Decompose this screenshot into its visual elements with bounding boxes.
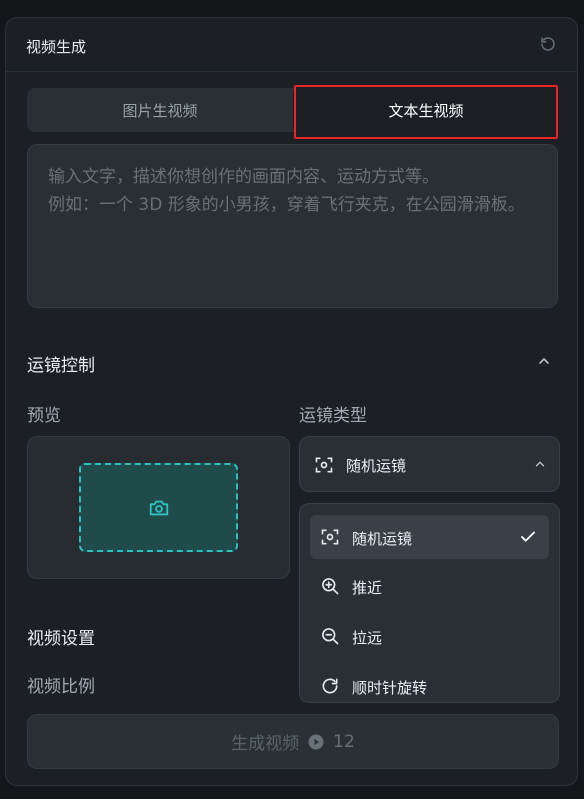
- rotate-clockwise-icon: [322, 678, 338, 694]
- random-camera-icon: [315, 457, 333, 473]
- camera-type-select[interactable]: 随机运镜: [299, 436, 560, 492]
- zoom-out-icon: [322, 628, 339, 645]
- preview-label: 预览: [27, 406, 61, 426]
- option-label: 顺时针旋转: [352, 679, 428, 697]
- option-label: 推近: [352, 579, 383, 597]
- zoom-in-icon: [322, 578, 339, 595]
- check-icon: [521, 531, 535, 542]
- credit-play-icon: [308, 734, 324, 749]
- tab-text-to-video[interactable]: 文本生视频: [293, 88, 559, 132]
- panel-header: 视频生成: [6, 18, 577, 72]
- camera-type-selected: 随机运镜: [346, 457, 407, 475]
- camera-collapse-chevron-icon[interactable]: [536, 353, 552, 369]
- option-zoom-in[interactable]: 推近: [310, 564, 549, 608]
- camera-type-dropdown: 随机运镜 推近 拉远 顺时针旋转: [299, 503, 560, 703]
- camera-icon: [149, 500, 168, 515]
- option-label: 拉远: [352, 629, 383, 647]
- video-settings-title: 视频设置: [27, 629, 95, 649]
- random-camera-icon: [321, 529, 339, 545]
- video-ratio-label: 视频比例: [27, 677, 95, 697]
- prompt-input[interactable]: [27, 144, 558, 308]
- mode-tabs: 图片生视频 文本生视频: [27, 88, 559, 132]
- generate-button-label: 生成视频: [231, 734, 300, 754]
- video-generation-panel: 视频生成 图片生视频 文本生视频 运镜控制 预览 运镜类型 随机运镜: [5, 17, 578, 786]
- preview-frame: [79, 463, 238, 552]
- option-rotate-clockwise[interactable]: 顺时针旋转: [310, 664, 549, 702]
- tab-image-to-video[interactable]: 图片生视频: [27, 88, 293, 132]
- chevron-up-icon: [535, 461, 545, 467]
- option-label: 随机运镜: [352, 530, 413, 548]
- camera-preview: [27, 436, 290, 579]
- option-zoom-out[interactable]: 拉远: [310, 614, 549, 658]
- option-random-camera[interactable]: 随机运镜: [310, 515, 549, 559]
- generate-cost: 12: [333, 731, 355, 752]
- camera-type-label: 运镜类型: [299, 406, 367, 426]
- generate-video-button[interactable]: 生成视频 12: [27, 714, 559, 769]
- panel-title: 视频生成: [26, 38, 87, 56]
- refresh-icon[interactable]: [539, 35, 557, 53]
- camera-control-title: 运镜控制: [27, 356, 95, 376]
